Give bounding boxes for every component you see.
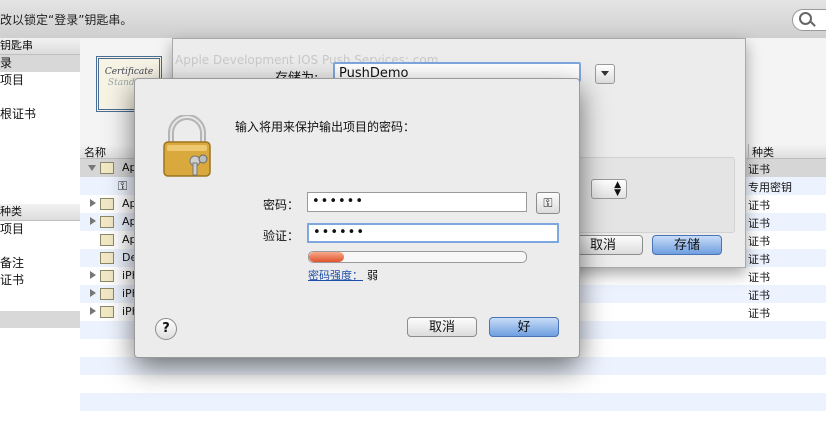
toolbar: 改以锁定“登录”钥匙串。 [0, 0, 826, 39]
certificate-small-icon [100, 162, 114, 174]
password-strength-value: 弱 [367, 269, 378, 282]
certificate-small-icon [100, 270, 114, 282]
lock-icon [163, 115, 211, 177]
certificate-small-icon [100, 234, 114, 246]
sidebar-keychain-item[interactable]: 根证书 [0, 106, 80, 123]
disclosure-triangle-icon[interactable] [90, 199, 96, 207]
disclosure-triangle-icon[interactable] [90, 217, 96, 225]
sidebar: 钥匙串 录 项目 根证书 种类 项目 备注 证书 [0, 38, 81, 423]
save-button[interactable]: 存储 [652, 235, 722, 255]
disclosure-triangle-icon[interactable] [90, 271, 96, 279]
row-kind: 证书 [748, 289, 770, 302]
column-kind-header[interactable]: 种类 [748, 144, 774, 160]
disclosure-triangle-icon[interactable] [88, 165, 96, 171]
password-strength-link[interactable]: 密码强度： [308, 267, 363, 283]
sidebar-category-item-selected[interactable] [0, 311, 80, 328]
keychains-header: 钥匙串 [0, 38, 80, 55]
row-kind: 证书 [748, 199, 770, 212]
sidebar-category-item[interactable]: 备注 [0, 255, 80, 272]
row-kind: 专用密钥 [748, 181, 792, 194]
ok-button[interactable]: 好 [489, 317, 559, 337]
file-format-select[interactable]: ▲ ▼ [591, 179, 627, 199]
row-kind: 证书 [748, 307, 770, 320]
disclosure-triangle-icon[interactable] [90, 307, 96, 315]
sidebar-category-item[interactable]: 项目 [0, 221, 80, 238]
row-kind: 证书 [748, 271, 770, 284]
certificate-small-icon [100, 198, 114, 210]
row-kind: 证书 [748, 235, 770, 248]
key-icon: ⚿ [543, 196, 553, 210]
certificate-small-icon [100, 216, 114, 228]
private-key-icon: ⚿ [118, 179, 128, 193]
help-button[interactable]: ? [155, 318, 177, 340]
table-row-empty [80, 357, 826, 375]
search-icon [799, 12, 812, 25]
expand-button[interactable] [595, 64, 615, 84]
dialog-title: 输入将用来保护输出项目的密码： [235, 120, 416, 134]
table-row-empty [80, 393, 826, 411]
row-kind: 证书 [748, 217, 770, 230]
sidebar-keychain-item[interactable]: 录 [0, 55, 80, 72]
table-row-empty [80, 375, 826, 393]
sidebar-keychain-item[interactable] [0, 89, 80, 106]
lock-hint-text: 改以锁定“登录”钥匙串。 [0, 13, 133, 27]
password-field[interactable]: •••••• [307, 192, 527, 212]
cancel-button[interactable]: 取消 [407, 317, 477, 337]
select-arrows-icon: ▲ ▼ [614, 180, 621, 198]
password-label: 密码： [262, 198, 299, 212]
verify-field[interactable]: •••••• [307, 223, 559, 243]
verify-label: 验证： [262, 229, 299, 243]
password-strength-bar [308, 251, 527, 263]
sidebar-category-item[interactable]: 证书 [0, 272, 80, 289]
certificate-small-icon [100, 288, 114, 300]
password-dialog: 输入将用来保护输出项目的密码： 密码： •••••• ⚿ 验证： •••••• … [134, 78, 580, 358]
certificate-line1: Certificate [104, 67, 154, 77]
search-field[interactable] [792, 9, 826, 31]
disclosure-triangle-icon[interactable] [90, 289, 96, 297]
row-kind: 证书 [748, 163, 770, 176]
certificate-small-icon [100, 306, 114, 318]
category-header: 种类 [0, 204, 80, 221]
sidebar-keychain-item[interactable]: 项目 [0, 72, 80, 89]
password-assistant-button[interactable]: ⚿ [536, 192, 560, 214]
column-name-header[interactable]: 名称 [84, 144, 106, 160]
password-strength-fill [309, 252, 344, 262]
sidebar-category-item[interactable] [0, 238, 80, 255]
certificate-small-icon [100, 252, 114, 264]
row-kind: 证书 [748, 253, 770, 266]
